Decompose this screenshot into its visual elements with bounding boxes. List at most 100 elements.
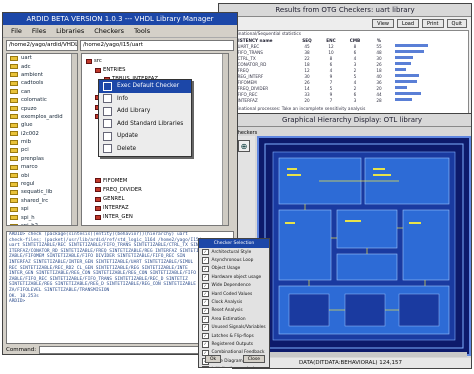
percentage-bar: [395, 56, 413, 59]
checker-option[interactable]: ✓ Area Estimation: [199, 315, 269, 323]
checker-option[interactable]: ✓ Object Usage: [199, 265, 269, 273]
checker-option[interactable]: ✓ Registered Outputs: [199, 340, 269, 348]
directory-scrollbar[interactable]: [71, 54, 77, 225]
context-menu-item[interactable]: Update: [99, 130, 191, 143]
quit-button[interactable]: Quit: [446, 19, 467, 28]
directory-item[interactable]: can: [7, 88, 77, 96]
hierarchy-hscrollbar[interactable]: [257, 352, 467, 357]
checkbox-icon[interactable]: ✓: [202, 366, 209, 367]
checker-option[interactable]: ✓ Latches & Flip-flops: [199, 332, 269, 340]
context-menu-item[interactable]: Info: [99, 93, 191, 106]
directory-label: shared_lrc: [21, 197, 49, 204]
tree-node[interactable]: INTER_GEN: [95, 213, 133, 221]
menu-file[interactable]: File: [11, 27, 22, 35]
load-button[interactable]: Load: [397, 19, 420, 28]
directory-item[interactable]: i2c002: [7, 130, 77, 138]
context-menu-item[interactable]: Add Library: [99, 105, 191, 118]
checkbox-icon[interactable]: ✓: [202, 332, 209, 340]
directory-item[interactable]: exemplos_ardid: [7, 113, 77, 121]
checker-option[interactable]: ✓ Wide Dependence: [199, 282, 269, 290]
checker-option[interactable]: ✓ Architectural Style: [199, 248, 269, 256]
checkbox-icon[interactable]: ✓: [202, 324, 209, 331]
tree-node[interactable]: FREQ_DIVIDER: [95, 186, 142, 194]
checker-option[interactable]: ✓ Asynchronous Loop: [199, 256, 269, 264]
directory-item[interactable]: pci: [7, 146, 77, 154]
context-menu-item[interactable]: Delete: [99, 143, 191, 156]
checkbox-icon[interactable]: ✓: [202, 307, 209, 315]
folder-icon: [10, 122, 18, 128]
path-right-field[interactable]: /home2/yago/I15/uart: [80, 40, 234, 51]
checker-option[interactable]: ✓ Hardware object usage: [199, 273, 269, 281]
tree-node[interactable]: src: [86, 57, 102, 65]
menu-libraries[interactable]: Libraries: [56, 27, 84, 35]
directory-item[interactable]: sequatic_lib: [7, 188, 77, 196]
directory-item[interactable]: shared_lrc: [7, 197, 77, 205]
checker-buttons: Ok Close: [205, 355, 265, 363]
menu-item-icon: [103, 106, 112, 116]
checker-option[interactable]: ✓ Clock Analysis: [199, 298, 269, 306]
menu-item-icon: [103, 81, 112, 91]
directory-item[interactable]: ambient: [7, 71, 77, 79]
menu-checkers[interactable]: Checkers: [94, 27, 124, 35]
zoom-icon[interactable]: ⊕: [238, 140, 250, 152]
folder-icon: [10, 72, 18, 78]
close-button[interactable]: Close: [242, 355, 265, 363]
checkbox-icon[interactable]: ✓: [202, 257, 209, 264]
directory-item[interactable]: regul: [7, 180, 77, 188]
checkbox-icon[interactable]: ✓: [202, 290, 209, 298]
hierarchy-canvas[interactable]: [257, 136, 471, 356]
print-button[interactable]: Print: [422, 19, 444, 28]
directory-item[interactable]: mib: [7, 138, 77, 146]
directory-item[interactable]: prenplas: [7, 155, 77, 163]
checkbox-icon[interactable]: ✓: [202, 299, 209, 306]
directory-label: uart: [21, 55, 32, 62]
directory-item[interactable]: spi_h: [7, 213, 77, 221]
percentage-bar: [395, 44, 428, 47]
checker-option-label: Registered Outputs: [211, 341, 254, 347]
results-title: Results from OTG Checkers: uart library: [219, 4, 471, 17]
checkbox-icon[interactable]: ✓: [202, 265, 209, 273]
tree-node[interactable]: GENREL: [95, 195, 124, 203]
tree-node[interactable]: INTERFAZ: [95, 204, 129, 212]
directory-item[interactable]: glue: [7, 121, 77, 129]
tree-node-icon: [86, 58, 92, 64]
directory-item[interactable]: cpuzo: [7, 104, 77, 112]
tree-node[interactable]: FIFOMEM: [95, 177, 127, 185]
directory-item[interactable]: colomatic: [7, 96, 77, 104]
context-menu-item[interactable]: Add Standard Libraries: [99, 118, 191, 131]
checker-option[interactable]: ✓ Reset Analysis: [199, 307, 269, 315]
directory-item[interactable]: uart: [7, 54, 77, 62]
folder-icon: [10, 97, 18, 103]
directory-label: adc: [21, 63, 31, 70]
directory-label: prenplas: [21, 155, 44, 162]
checkbox-icon[interactable]: ✓: [202, 282, 209, 289]
ok-button[interactable]: Ok: [205, 355, 222, 363]
tree-scrollbar[interactable]: [222, 54, 228, 225]
directory-item[interactable]: cadtools: [7, 79, 77, 87]
directory-item[interactable]: marco: [7, 163, 77, 171]
percentage-bar: [395, 74, 419, 77]
directory-item[interactable]: adc: [7, 62, 77, 70]
context-menu-item[interactable]: Exec Default Checker: [99, 80, 191, 93]
checker-option[interactable]: ✓ Hard Coded Values: [199, 290, 269, 298]
menu-item-icon: [103, 144, 112, 154]
tree-node[interactable]: ENTRIES: [95, 66, 126, 74]
directory-list[interactable]: uart adc ambient cadtools can colomatic cpuzo e…: [6, 53, 78, 226]
menu-item-icon: [103, 131, 112, 141]
menu-files[interactable]: Files: [32, 27, 46, 35]
checkbox-icon[interactable]: ✓: [202, 274, 209, 281]
menu-tools[interactable]: Tools: [134, 27, 150, 35]
tree-node-label: GENREL: [103, 196, 125, 202]
library-manager-title: ARDID BETA VERSION 1.0.3 --- VHDL Librar…: [3, 13, 237, 25]
directory-item[interactable]: spi_h2: [7, 222, 77, 225]
directory-item[interactable]: obi: [7, 171, 77, 179]
table-cell: 3: [353, 98, 357, 103]
path-left-field[interactable]: /home2/yago/ardid/VHDL/de: [6, 40, 78, 51]
checker-option[interactable]: ✓Initialization analysis: [199, 365, 269, 367]
checkbox-icon[interactable]: ✓: [202, 316, 209, 323]
checkbox-icon[interactable]: ✓: [202, 248, 209, 256]
directory-item[interactable]: spi: [7, 205, 77, 213]
checker-option[interactable]: ✓ Unused Signals/Variables: [199, 324, 269, 332]
checkbox-icon[interactable]: ✓: [202, 341, 209, 348]
view-button[interactable]: View: [372, 19, 395, 28]
